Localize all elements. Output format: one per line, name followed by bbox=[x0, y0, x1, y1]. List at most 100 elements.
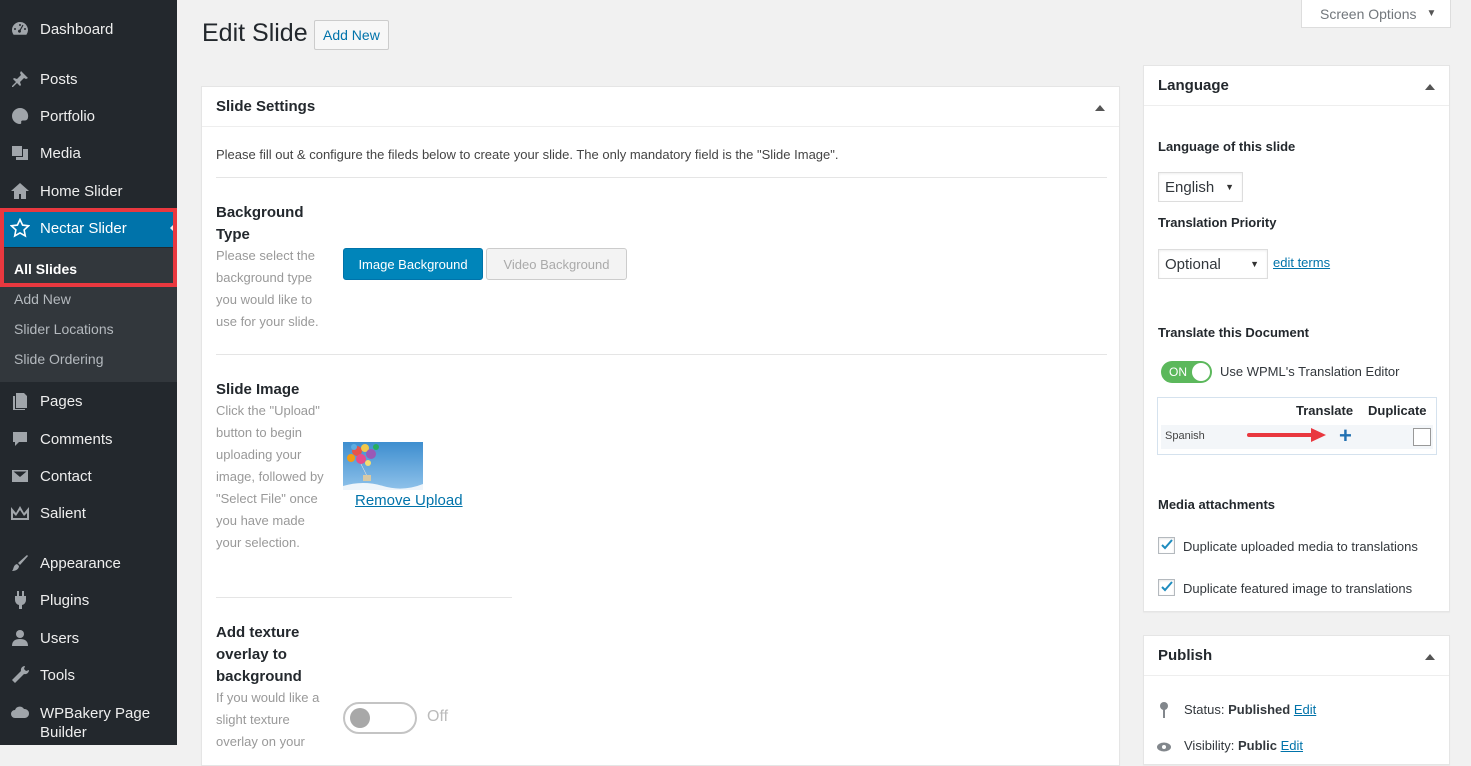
translation-priority-label: Translation Priority bbox=[1158, 215, 1277, 230]
edit-terms-link[interactable]: edit terms bbox=[1273, 255, 1330, 270]
sidebar-item-home-slider[interactable]: Home Slider bbox=[0, 173, 177, 209]
slide-image-label: Slide Image bbox=[216, 381, 300, 398]
publish-visibility: Visibility: Public Edit bbox=[1184, 738, 1303, 753]
sidebar-item-label: Dashboard bbox=[40, 20, 114, 38]
divider bbox=[216, 597, 512, 598]
sidebar-item-label: WPBakery Page Builder bbox=[40, 705, 151, 741]
switch-knob bbox=[350, 708, 370, 728]
translation-editor-caption: Use WPML's Translation Editor bbox=[1220, 364, 1400, 379]
sidebar-item-label: Contact bbox=[40, 467, 92, 485]
sidebar-item-pages[interactable]: Pages bbox=[0, 383, 177, 419]
language-box-title: Language bbox=[1158, 77, 1229, 94]
sidebar-item-wpbakery[interactable]: WPBakery Page Builder bbox=[0, 700, 177, 744]
translation-priority-select[interactable]: Optional ▼ bbox=[1158, 249, 1268, 279]
pin-icon bbox=[0, 61, 40, 97]
slide-image-description: Click the "Upload" button to begin uploa… bbox=[216, 403, 324, 550]
status-label: Status: bbox=[1184, 702, 1225, 717]
screen-options-button[interactable]: Screen Options ▼ bbox=[1301, 0, 1451, 28]
sidebar-item-label: Posts bbox=[40, 70, 78, 88]
crown-icon bbox=[0, 495, 40, 531]
slide-settings-header[interactable]: Slide Settings bbox=[202, 87, 1119, 127]
add-translation-plus-icon[interactable]: + bbox=[1339, 423, 1352, 449]
background-type-description: Please select the background type you wo… bbox=[216, 248, 319, 329]
translate-column-header: Translate bbox=[1296, 403, 1354, 418]
sidebar-item-label: Home Slider bbox=[40, 182, 123, 200]
sidebar-item-comments[interactable]: Comments bbox=[0, 421, 177, 457]
sidebar-item-portfolio[interactable]: Portfolio bbox=[0, 98, 177, 134]
duplicate-checkbox[interactable] bbox=[1413, 428, 1431, 446]
admin-sidebar: Dashboard Posts Portfolio Media Home Sli… bbox=[0, 0, 177, 745]
comment-icon bbox=[0, 421, 40, 457]
submenu-item-add-new[interactable]: Add New bbox=[14, 291, 71, 307]
sidebar-item-users[interactable]: Users bbox=[0, 620, 177, 656]
home-icon bbox=[0, 173, 40, 209]
sidebar-item-media[interactable]: Media bbox=[0, 135, 177, 171]
background-type-label: Background Type bbox=[216, 204, 304, 243]
texture-overlay-state: Off bbox=[427, 708, 449, 725]
sidebar-item-label: Comments bbox=[40, 430, 113, 448]
sidebar-item-contact[interactable]: Contact bbox=[0, 458, 177, 494]
sidebar-item-plugins[interactable]: Plugins bbox=[0, 582, 177, 618]
texture-overlay-switch[interactable] bbox=[343, 702, 417, 734]
toggle-state: ON bbox=[1169, 365, 1187, 379]
language-box: Language Language of this slide English … bbox=[1143, 65, 1450, 612]
submenu-item-slider-locations[interactable]: Slider Locations bbox=[14, 321, 114, 337]
translation-priority-value: Optional bbox=[1165, 255, 1221, 273]
caret-down-icon: ▼ bbox=[1426, 8, 1437, 19]
sidebar-item-nectar-slider[interactable]: Nectar Slider bbox=[0, 209, 177, 247]
sidebar-item-label: Salient bbox=[40, 504, 86, 522]
image-background-button[interactable]: Image Background bbox=[343, 248, 483, 280]
palette-icon bbox=[0, 98, 40, 134]
publish-box-title: Publish bbox=[1158, 647, 1213, 664]
sidebar-item-label: Appearance bbox=[40, 554, 121, 572]
arrow-annotation-icon bbox=[1247, 428, 1326, 442]
collapse-arrow-icon[interactable] bbox=[1425, 84, 1435, 90]
publish-box-header[interactable]: Publish bbox=[1144, 636, 1449, 676]
submenu-item-all-slides[interactable]: All Slides bbox=[14, 261, 77, 277]
sidebar-item-dashboard[interactable]: Dashboard bbox=[0, 11, 177, 47]
sidebar-item-appearance[interactable]: Appearance bbox=[0, 545, 177, 581]
language-select[interactable]: English ▼ bbox=[1158, 172, 1243, 202]
edit-visibility-link[interactable]: Edit bbox=[1281, 738, 1303, 753]
plug-icon bbox=[0, 582, 40, 618]
wrench-icon bbox=[0, 657, 40, 693]
remove-upload-link[interactable]: Remove Upload bbox=[355, 492, 463, 509]
translation-editor-toggle[interactable]: ON bbox=[1161, 361, 1212, 383]
duplicate-featured-label: Duplicate featured image to translations bbox=[1183, 581, 1413, 596]
divider bbox=[216, 354, 1107, 355]
language-select-value: English bbox=[1165, 178, 1215, 196]
caret-down-icon: ▼ bbox=[1250, 259, 1259, 269]
add-new-button[interactable]: Add New bbox=[314, 20, 389, 50]
language-box-header[interactable]: Language bbox=[1144, 66, 1449, 106]
slide-settings-box: Slide Settings Please fill out & configu… bbox=[201, 86, 1120, 766]
eye-icon bbox=[1157, 742, 1171, 752]
collapse-arrow-icon[interactable] bbox=[1425, 654, 1435, 660]
translation-table: Translate Duplicate Spanish + bbox=[1157, 397, 1437, 455]
nectar-slider-submenu: All Slides Add New Slider Locations Slid… bbox=[0, 248, 177, 382]
submenu-item-slide-ordering[interactable]: Slide Ordering bbox=[14, 351, 104, 367]
sidebar-item-posts[interactable]: Posts bbox=[0, 61, 177, 97]
edit-status-link[interactable]: Edit bbox=[1294, 702, 1316, 717]
media-icon bbox=[0, 135, 40, 171]
mail-icon bbox=[0, 458, 40, 494]
sidebar-item-label: Plugins bbox=[40, 591, 90, 609]
visibility-label: Visibility: bbox=[1184, 738, 1235, 753]
user-icon bbox=[0, 620, 40, 656]
cloud-icon bbox=[0, 700, 40, 726]
publish-box: Publish Status: Published Edit Visibilit… bbox=[1143, 635, 1450, 765]
divider bbox=[216, 177, 1107, 178]
duplicate-featured-checkbox[interactable] bbox=[1158, 579, 1175, 596]
sidebar-item-label: Pages bbox=[40, 392, 83, 410]
caret-down-icon: ▼ bbox=[1225, 182, 1234, 192]
video-background-button[interactable]: Video Background bbox=[486, 248, 627, 280]
duplicate-media-label: Duplicate uploaded media to translations bbox=[1183, 539, 1418, 554]
sidebar-item-tools[interactable]: Tools bbox=[0, 657, 177, 693]
collapse-arrow-icon[interactable] bbox=[1095, 105, 1105, 111]
status-value: Published bbox=[1228, 702, 1291, 717]
screen-options-label: Screen Options bbox=[1320, 5, 1417, 22]
language-of-slide-label: Language of this slide bbox=[1158, 139, 1296, 154]
sidebar-item-salient[interactable]: Salient bbox=[0, 495, 177, 531]
texture-overlay-description: If you would like a slight texture overl… bbox=[216, 690, 320, 749]
dashboard-icon bbox=[0, 11, 40, 47]
sidebar-item-label: Portfolio bbox=[40, 107, 96, 125]
